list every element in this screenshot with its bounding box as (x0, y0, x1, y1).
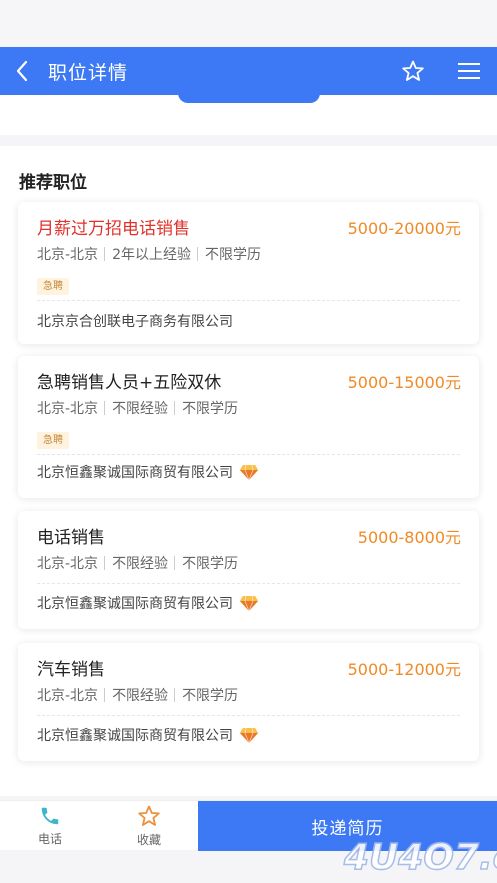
job-salary: 5000-20000元 (347, 219, 461, 238)
company-label: 北京恒鑫聚诚国际商贸有限公司 (37, 596, 233, 612)
company-label: 北京恒鑫聚诚国际商贸有限公司 (37, 465, 233, 481)
hamburger-menu-icon (458, 63, 480, 79)
urgent-tag: 急聘 (37, 432, 69, 449)
job-card[interactable]: 急聘销售人员+五险双休 5000-15000元 北京-北京 不限经验 不限学历 … (18, 356, 479, 498)
diamond-icon (240, 595, 258, 612)
company-label: 北京恒鑫聚诚国际商贸有限公司 (37, 728, 233, 744)
meta-divider (196, 247, 198, 261)
company-name: 北京恒鑫聚诚国际商贸有限公司 (37, 725, 259, 745)
job-experience: 2年以上经验 (112, 247, 191, 263)
watermark-logo: 4U4O7.com (342, 836, 497, 879)
company-label: 北京京合创联电子商务有限公司 (37, 314, 233, 330)
favorite-label: 收藏 (136, 833, 161, 847)
job-education: 不限学历 (182, 688, 239, 704)
favorite-button[interactable]: 收藏 (99, 801, 199, 851)
job-salary: 5000-8000元 (357, 528, 461, 547)
diamond-icon (240, 727, 258, 744)
page-title: 职位详情 (48, 61, 129, 84)
urgent-tag: 急聘 (37, 278, 69, 295)
job-education: 不限学历 (182, 556, 239, 572)
meta-divider (174, 556, 176, 570)
job-card[interactable]: 汽车销售 5000-12000元 北京-北京 不限经验 不限学历 北京恒鑫聚诚国… (18, 643, 479, 761)
phone-button[interactable]: 电话 (0, 801, 100, 851)
job-card[interactable]: 月薪过万招电话销售 5000-20000元 北京-北京 2年以上经验 不限学历 … (18, 202, 479, 344)
section-title: 推荐职位 (19, 173, 87, 193)
job-meta: 北京-北京 不限经验 不限学历 (37, 553, 238, 573)
job-meta: 北京-北京 不限经验 不限学历 (37, 398, 238, 418)
job-title: 急聘销售人员+五险双休 (37, 373, 222, 393)
company-name: 北京恒鑫聚诚国际商贸有限公司 (37, 462, 259, 482)
company-name: 北京恒鑫聚诚国际商贸有限公司 (37, 593, 259, 613)
card-divider (37, 715, 460, 716)
job-title: 电话销售 (37, 528, 105, 548)
card-divider (37, 583, 460, 584)
card-divider (37, 300, 460, 301)
job-experience: 不限经验 (112, 688, 169, 704)
star-outline-icon (402, 60, 424, 81)
job-title: 月薪过万招电话销售 (37, 219, 190, 239)
menu-button[interactable] (441, 47, 497, 95)
job-salary: 5000-15000元 (347, 373, 461, 392)
job-title: 汽车销售 (37, 660, 105, 680)
meta-divider (174, 401, 176, 415)
job-experience: 不限经验 (112, 401, 169, 417)
job-location: 北京-北京 (37, 556, 99, 572)
watermark-text: 4U4O7.com (343, 837, 497, 878)
recommended-jobs-section: 推荐职位 月薪过万招电话销售 5000-20000元 北京-北京 2年以上经验 … (0, 146, 497, 796)
job-salary: 5000-12000元 (347, 660, 461, 679)
meta-divider (104, 688, 106, 702)
job-experience: 不限经验 (112, 556, 169, 572)
job-location: 北京-北京 (37, 401, 99, 417)
meta-divider (174, 688, 176, 702)
card-divider (37, 454, 460, 455)
meta-divider (104, 247, 106, 261)
job-meta: 北京-北京 不限经验 不限学历 (37, 685, 238, 705)
navigation-bar: 职位详情 (0, 47, 497, 95)
diamond-icon (240, 464, 258, 481)
job-meta: 北京-北京 2年以上经验 不限学历 (37, 244, 261, 264)
meta-divider (104, 401, 106, 415)
company-name: 北京京合创联电子商务有限公司 (37, 311, 233, 331)
job-location: 北京-北京 (37, 688, 99, 704)
back-button[interactable] (0, 47, 44, 95)
job-education: 不限学历 (182, 401, 239, 417)
job-location: 北京-北京 (37, 247, 99, 263)
star-outline-icon (138, 805, 160, 826)
job-card[interactable]: 电话销售 5000-8000元 北京-北京 不限经验 不限学历 北京恒鑫聚诚国际… (18, 511, 479, 629)
phone-icon (41, 807, 59, 825)
status-bar-area (0, 0, 497, 47)
meta-divider (104, 556, 106, 570)
chevron-left-icon (16, 60, 28, 82)
job-education: 不限学历 (204, 247, 261, 263)
phone-label: 电话 (37, 832, 62, 846)
favorite-header-button[interactable] (385, 47, 441, 95)
